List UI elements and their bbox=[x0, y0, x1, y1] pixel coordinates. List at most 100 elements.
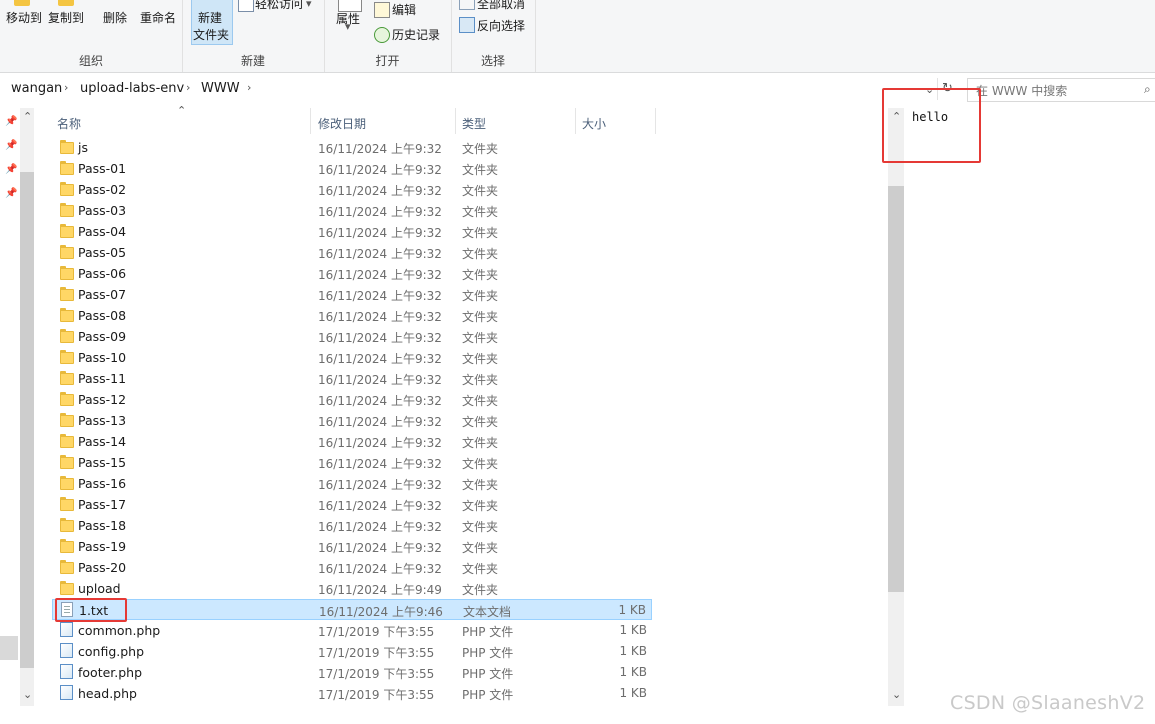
address-bar[interactable]: wangan › upload-labs-env › WWW › ⌄ bbox=[0, 78, 937, 100]
file-name: Pass-11 bbox=[78, 371, 127, 386]
file-name: common.php bbox=[78, 623, 161, 638]
file-row[interactable]: Pass-06 16/11/2024 上午9:32 文件夹 bbox=[52, 263, 652, 284]
scroll-down-icon[interactable]: ⌄ bbox=[23, 688, 32, 701]
file-row[interactable]: Pass-14 16/11/2024 上午9:32 文件夹 bbox=[52, 431, 652, 452]
file-row[interactable]: js 16/11/2024 上午9:32 文件夹 bbox=[52, 137, 652, 158]
pin-icon[interactable]: 📌 bbox=[5, 116, 17, 127]
file-row[interactable]: head.php 17/1/2019 下午3:55 PHP 文件 1 KB bbox=[52, 683, 652, 704]
file-modified-date: 16/11/2024 上午9:32 bbox=[318, 268, 442, 282]
breadcrumb-wangan[interactable]: wangan bbox=[11, 81, 62, 96]
folder-icon bbox=[60, 581, 74, 595]
select-none-button[interactable]: 全部取消 bbox=[477, 0, 525, 12]
file-row[interactable]: Pass-02 16/11/2024 上午9:32 文件夹 bbox=[52, 179, 652, 200]
rename-button[interactable]: 重命名 bbox=[140, 9, 176, 26]
file-row[interactable]: Pass-13 16/11/2024 上午9:32 文件夹 bbox=[52, 410, 652, 431]
file-type: 文件夹 bbox=[462, 184, 499, 198]
pin-icon[interactable]: 📌 bbox=[5, 188, 17, 199]
move-to-button[interactable]: 移动到 bbox=[6, 9, 42, 26]
breadcrumb-www[interactable]: WWW bbox=[201, 81, 240, 96]
file-type: 文件夹 bbox=[462, 163, 499, 177]
file-type: 文件夹 bbox=[462, 436, 499, 450]
edit-button[interactable]: 编辑 bbox=[392, 1, 416, 18]
folder-icon bbox=[60, 287, 74, 301]
file-type: 文件夹 bbox=[462, 499, 499, 513]
file-row[interactable]: footer.php 17/1/2019 下午3:55 PHP 文件 1 KB bbox=[52, 662, 652, 683]
file-type: 文件夹 bbox=[462, 205, 499, 219]
folder-icon bbox=[60, 266, 74, 280]
file-row[interactable]: upload 16/11/2024 上午9:49 文件夹 bbox=[52, 578, 652, 599]
column-divider[interactable] bbox=[310, 108, 311, 134]
preview-scrollbar-thumb[interactable] bbox=[888, 186, 904, 592]
folder-icon bbox=[60, 413, 74, 427]
file-row[interactable]: Pass-04 16/11/2024 上午9:32 文件夹 bbox=[52, 221, 652, 242]
file-row[interactable]: Pass-05 16/11/2024 上午9:32 文件夹 bbox=[52, 242, 652, 263]
folder-icon bbox=[60, 518, 74, 532]
delete-button[interactable]: 删除 bbox=[103, 9, 127, 26]
folder-icon bbox=[60, 392, 74, 406]
column-divider[interactable] bbox=[655, 108, 656, 134]
breadcrumb-upload-labs-env[interactable]: upload-labs-env bbox=[80, 81, 184, 96]
file-row[interactable]: Pass-07 16/11/2024 上午9:32 文件夹 bbox=[52, 284, 652, 305]
invert-selection-button[interactable]: 反向选择 bbox=[477, 17, 525, 34]
file-row[interactable]: 1.txt 16/11/2024 上午9:46 文本文档 1 KB bbox=[52, 599, 652, 620]
file-name: Pass-19 bbox=[78, 539, 127, 554]
history-button[interactable]: 历史记录 bbox=[392, 26, 440, 43]
search-icon[interactable]: ⌕ bbox=[1144, 82, 1151, 97]
copy-to-button[interactable]: 复制到 bbox=[48, 9, 84, 26]
file-modified-date: 17/1/2019 下午3:55 bbox=[318, 688, 435, 702]
file-modified-date: 16/11/2024 上午9:32 bbox=[318, 478, 442, 492]
preview-scroll-down-icon[interactable]: ⌄ bbox=[892, 688, 901, 701]
file-name: Pass-18 bbox=[78, 518, 127, 533]
file-row[interactable]: Pass-19 16/11/2024 上午9:32 文件夹 bbox=[52, 536, 652, 557]
folder-icon bbox=[60, 245, 74, 259]
folder-icon bbox=[60, 539, 74, 553]
breadcrumb-separator-icon[interactable]: › bbox=[186, 81, 190, 94]
file-row[interactable]: Pass-15 16/11/2024 上午9:32 文件夹 bbox=[52, 452, 652, 473]
pin-icon[interactable]: 📌 bbox=[5, 140, 17, 151]
new-folder-button[interactable]: 新建 文件夹 bbox=[191, 0, 233, 45]
folder-icon bbox=[60, 371, 74, 385]
file-row[interactable]: Pass-01 16/11/2024 上午9:32 文件夹 bbox=[52, 158, 652, 179]
file-type: 文件夹 bbox=[462, 541, 499, 555]
file-row[interactable]: Pass-16 16/11/2024 上午9:32 文件夹 bbox=[52, 473, 652, 494]
folder-icon bbox=[60, 455, 74, 469]
file-row[interactable]: Pass-03 16/11/2024 上午9:32 文件夹 bbox=[52, 200, 652, 221]
file-row[interactable]: config.php 17/1/2019 下午3:55 PHP 文件 1 KB bbox=[52, 641, 652, 662]
file-row[interactable]: Pass-11 16/11/2024 上午9:32 文件夹 bbox=[52, 368, 652, 389]
file-name: js bbox=[78, 140, 88, 155]
file-row[interactable]: Pass-09 16/11/2024 上午9:32 文件夹 bbox=[52, 326, 652, 347]
search-input[interactable]: 在 WWW 中搜索 ⌕ bbox=[967, 78, 1155, 102]
navigation-scrollbar-thumb[interactable] bbox=[20, 172, 34, 668]
edit-icon bbox=[374, 2, 390, 18]
file-type: 文本文档 bbox=[463, 605, 512, 619]
file-row[interactable]: Pass-20 16/11/2024 上午9:32 文件夹 bbox=[52, 557, 652, 578]
column-divider[interactable] bbox=[455, 108, 456, 134]
breadcrumb-separator-icon[interactable]: › bbox=[247, 81, 251, 94]
file-modified-date: 17/1/2019 下午3:55 bbox=[318, 625, 435, 639]
breadcrumb-separator-icon[interactable]: › bbox=[64, 81, 68, 94]
file-row[interactable]: Pass-10 16/11/2024 上午9:32 文件夹 bbox=[52, 347, 652, 368]
file-row[interactable]: Pass-12 16/11/2024 上午9:32 文件夹 bbox=[52, 389, 652, 410]
file-modified-date: 16/11/2024 上午9:32 bbox=[318, 352, 442, 366]
file-row[interactable]: Pass-18 16/11/2024 上午9:32 文件夹 bbox=[52, 515, 652, 536]
file-modified-date: 16/11/2024 上午9:46 bbox=[319, 605, 443, 619]
file-row[interactable]: Pass-17 16/11/2024 上午9:32 文件夹 bbox=[52, 494, 652, 515]
pin-icon[interactable]: 📌 bbox=[5, 164, 17, 175]
file-size: 1 KB bbox=[619, 686, 647, 700]
ribbon: 移动到 复制到 删除 重命名 组织 新建 文件夹 轻松访问 ▾ 新建 属性 ▾ … bbox=[0, 0, 1155, 73]
folder-icon bbox=[60, 203, 74, 217]
file-modified-date: 17/1/2019 下午3:55 bbox=[318, 646, 435, 660]
scroll-up-icon[interactable]: ⌃ bbox=[23, 110, 32, 123]
easy-access-button[interactable]: 轻松访问 bbox=[255, 0, 303, 12]
ribbon-group-organize: 移动到 复制到 删除 重命名 组织 bbox=[0, 0, 183, 72]
properties-dropdown-icon[interactable]: ▾ bbox=[345, 20, 351, 33]
easy-access-dropdown-icon[interactable]: ▾ bbox=[306, 0, 312, 10]
file-type: 文件夹 bbox=[462, 415, 499, 429]
sort-ascending-icon: ⌃ bbox=[177, 104, 187, 117]
php-file-icon bbox=[60, 664, 73, 679]
file-row[interactable]: Pass-08 16/11/2024 上午9:32 文件夹 bbox=[52, 305, 652, 326]
column-divider[interactable] bbox=[575, 108, 576, 134]
ribbon-group-select: 全部取消 反向选择 选择 bbox=[451, 0, 536, 72]
file-modified-date: 16/11/2024 上午9:32 bbox=[318, 562, 442, 576]
file-row[interactable]: common.php 17/1/2019 下午3:55 PHP 文件 1 KB bbox=[52, 620, 652, 641]
